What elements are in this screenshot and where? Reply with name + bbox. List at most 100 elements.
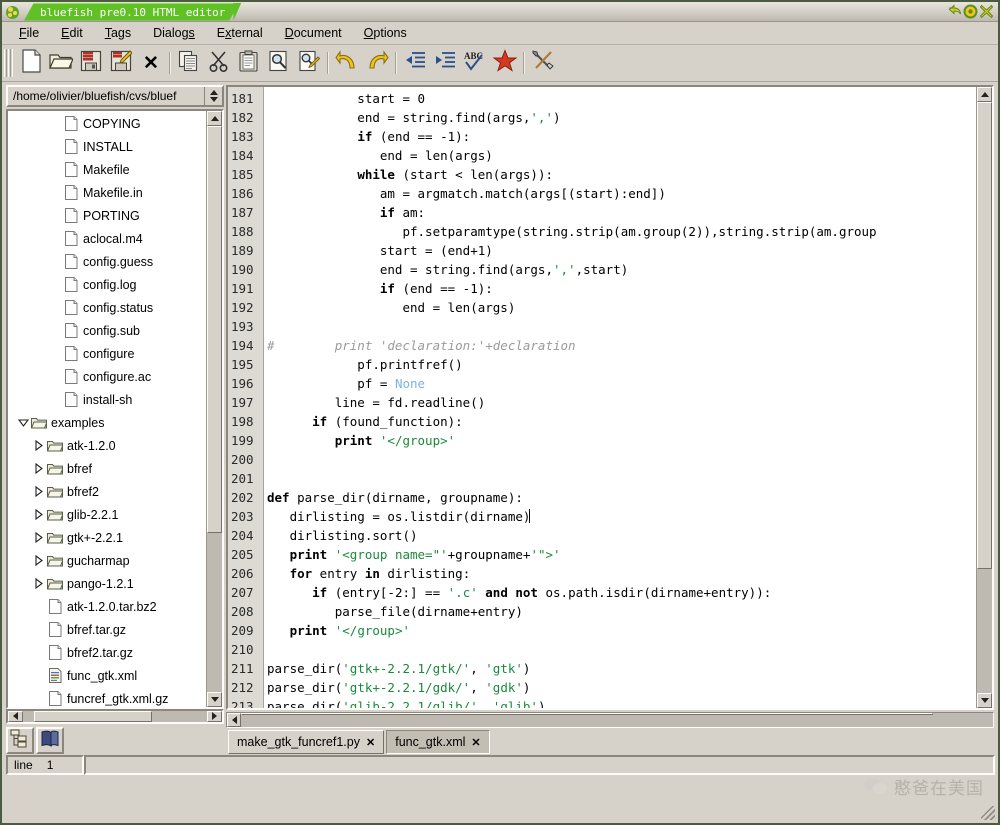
- file-tree-row[interactable]: bfref2: [8, 480, 206, 503]
- scroll-right-button[interactable]: [207, 711, 222, 722]
- code-line[interactable]: parse_dir('gtk+-2.2.1/gdk/', 'gdk'): [264, 678, 976, 697]
- code-line[interactable]: parse_dir('glib-2.2.1/glib/', 'glib'): [264, 697, 976, 708]
- preferences-button[interactable]: [528, 48, 558, 78]
- find-replace-button[interactable]: [294, 48, 324, 78]
- tab-make-gtk-funcref1-py[interactable]: make_gtk_funcref1.py ✕: [228, 730, 384, 754]
- scroll-track[interactable]: [207, 126, 222, 691]
- hscroll-track[interactable]: [23, 711, 207, 722]
- unindent-button[interactable]: [400, 48, 430, 78]
- expander-collapsed-icon[interactable]: [32, 532, 46, 543]
- code-line[interactable]: parse_file(dirname+entry): [264, 602, 976, 621]
- scroll-up-button[interactable]: [207, 111, 222, 126]
- code-line[interactable]: if (end == -1):: [264, 279, 976, 298]
- indent-button[interactable]: [430, 48, 460, 78]
- menu-edit[interactable]: Edit: [52, 24, 92, 42]
- code-line[interactable]: [264, 450, 976, 469]
- menu-dialogs[interactable]: Dialogs: [144, 24, 204, 42]
- open-file-button[interactable]: [46, 48, 76, 78]
- expander-collapsed-icon[interactable]: [32, 463, 46, 474]
- file-tree-row[interactable]: configure: [8, 342, 206, 365]
- code-line[interactable]: if (found_function):: [264, 412, 976, 431]
- code-text-area[interactable]: start = 0 end = string.find(args,',') if…: [264, 87, 976, 708]
- file-tree-row[interactable]: configure.ac: [8, 365, 206, 388]
- editor-hscroll-track[interactable]: [241, 713, 993, 726]
- code-line[interactable]: [264, 317, 976, 336]
- toolbar-grip[interactable]: [4, 49, 13, 77]
- file-tree-row[interactable]: config.log: [8, 273, 206, 296]
- code-line[interactable]: parse_dir('gtk+-2.2.1/gtk/', 'gtk'): [264, 659, 976, 678]
- editor-scroll-down-button[interactable]: [977, 693, 992, 708]
- new-file-button[interactable]: [16, 48, 46, 78]
- file-tree-row[interactable]: Makefile.in: [8, 181, 206, 204]
- path-spinner[interactable]: [204, 87, 222, 105]
- file-tree-row[interactable]: install-sh: [8, 388, 206, 411]
- expander-collapsed-icon[interactable]: [32, 486, 46, 497]
- file-tree-row[interactable]: func_gtk.xml: [8, 664, 206, 687]
- editor-scroll-track[interactable]: [977, 102, 992, 693]
- menu-document[interactable]: Document: [276, 24, 351, 42]
- cut-button[interactable]: [204, 48, 234, 78]
- editor-hscroll-thumb[interactable]: [241, 713, 933, 715]
- code-line[interactable]: [264, 640, 976, 659]
- menu-external[interactable]: External: [208, 24, 272, 42]
- bookmark-button[interactable]: [490, 48, 520, 78]
- editor-scroll-thumb[interactable]: [977, 102, 992, 569]
- path-combo[interactable]: /home/olivier/bluefish/cvs/bluef: [6, 85, 224, 107]
- tab-close-icon[interactable]: ✕: [471, 736, 480, 749]
- code-line[interactable]: print '</group>': [264, 621, 976, 640]
- code-line[interactable]: pf.printfref(): [264, 355, 976, 374]
- code-line[interactable]: # print 'declaration:'+declaration: [264, 336, 976, 355]
- code-line[interactable]: [264, 469, 976, 488]
- resize-grip[interactable]: [981, 806, 995, 820]
- editor-horizontal-scrollbar[interactable]: [226, 712, 994, 727]
- editor-scroll-left-button[interactable]: [227, 713, 241, 726]
- file-tree-row[interactable]: PORTING: [8, 204, 206, 227]
- file-tree-row[interactable]: atk-1.2.0.tar.bz2: [8, 595, 206, 618]
- code-line[interactable]: end = len(args): [264, 146, 976, 165]
- code-line[interactable]: end = len(args): [264, 298, 976, 317]
- menu-options[interactable]: Options: [355, 24, 416, 42]
- tab-func-gtk-xml[interactable]: func_gtk.xml ✕: [386, 730, 489, 754]
- file-tree-row[interactable]: config.sub: [8, 319, 206, 342]
- file-tree-row[interactable]: bfref2.tar.gz: [8, 641, 206, 664]
- maximize-button[interactable]: [963, 4, 978, 19]
- scroll-left-button[interactable]: [8, 711, 23, 722]
- code-line[interactable]: dirlisting = os.listdir(dirname): [264, 507, 976, 526]
- code-line[interactable]: pf.setparamtype(string.strip(am.group(2)…: [264, 222, 976, 241]
- file-tree-row[interactable]: gtk+-2.2.1: [8, 526, 206, 549]
- code-line[interactable]: am = argmatch.match(args[(start):end]): [264, 184, 976, 203]
- code-line[interactable]: if am:: [264, 203, 976, 222]
- file-tree-row[interactable]: gucharmap: [8, 549, 206, 572]
- file-tree-row[interactable]: funcref_gtk.xml.gz: [8, 687, 206, 706]
- file-tree-row[interactable]: INSTALL: [8, 135, 206, 158]
- menu-tags[interactable]: Tags: [96, 24, 140, 42]
- file-tree-row[interactable]: pango-1.2.1: [8, 572, 206, 595]
- file-tree-row[interactable]: COPYING: [8, 112, 206, 135]
- file-tree-row[interactable]: glib-2.2.1: [8, 503, 206, 526]
- code-line[interactable]: for entry in dirlisting:: [264, 564, 976, 583]
- scroll-thumb[interactable]: [207, 126, 222, 533]
- file-tree-horizontal-scrollbar[interactable]: [6, 709, 224, 724]
- save-as-button[interactable]: [106, 48, 136, 78]
- file-tree-row[interactable]: atk-1.2.0: [8, 434, 206, 457]
- file-tree-row[interactable]: bfref: [8, 457, 206, 480]
- code-line[interactable]: print '</group>': [264, 431, 976, 450]
- close-button[interactable]: [979, 4, 994, 19]
- code-line[interactable]: end = string.find(args,','): [264, 108, 976, 127]
- file-tree-row[interactable]: config.guess: [8, 250, 206, 273]
- code-line[interactable]: start = (end+1): [264, 241, 976, 260]
- expander-collapsed-icon[interactable]: [32, 509, 46, 520]
- editor-scroll-up-button[interactable]: [977, 87, 992, 102]
- expander-collapsed-icon[interactable]: [32, 578, 46, 589]
- expander-collapsed-icon[interactable]: [32, 555, 46, 566]
- file-tree-row[interactable]: examples: [8, 411, 206, 434]
- file-tree-row[interactable]: bfref.tar.gz: [8, 618, 206, 641]
- hscroll-thumb[interactable]: [34, 711, 152, 722]
- code-line[interactable]: if (end == -1):: [264, 127, 976, 146]
- code-line[interactable]: end = string.find(args,',',start): [264, 260, 976, 279]
- editor-vertical-scrollbar[interactable]: [976, 87, 992, 708]
- code-line[interactable]: print '<group name="'+groupname+'">': [264, 545, 976, 564]
- path-value[interactable]: /home/olivier/bluefish/cvs/bluef: [8, 87, 204, 105]
- find-button[interactable]: [264, 48, 294, 78]
- file-tree-row[interactable]: aclocal.m4: [8, 227, 206, 250]
